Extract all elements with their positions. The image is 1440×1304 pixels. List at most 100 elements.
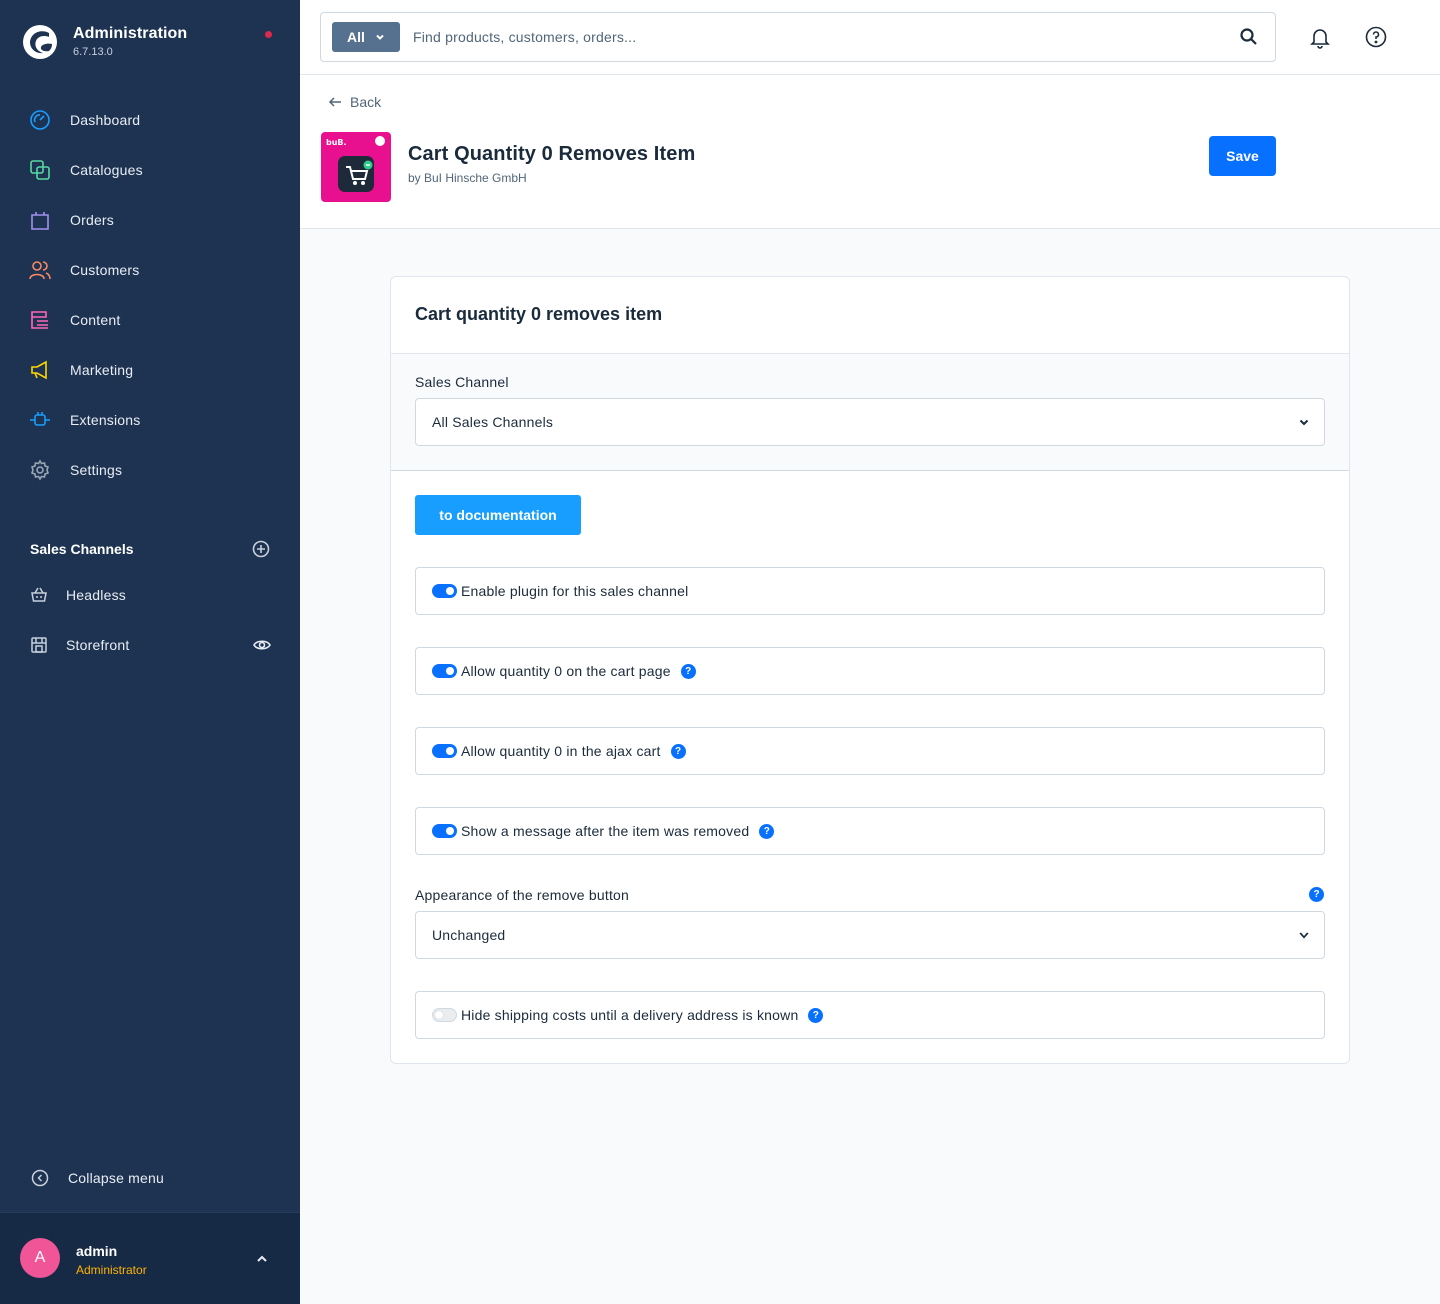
config-card: Cart quantity 0 removes item Sales Chann…: [390, 276, 1350, 1064]
global-search: All: [320, 12, 1276, 62]
back-link[interactable]: Back: [328, 94, 381, 110]
brand-version: 6.7.13.0: [73, 46, 113, 58]
svg-text:buB.: buB.: [326, 138, 347, 147]
sales-channels-title: Sales Channels: [30, 541, 134, 557]
nav-item-dashboard[interactable]: Dashboard: [0, 95, 300, 145]
brand[interactable]: Administration 6.7.13.0: [22, 24, 187, 60]
save-button[interactable]: Save: [1209, 136, 1276, 176]
chevron-down-icon: [1299, 419, 1309, 426]
appearance-select[interactable]: Unchanged: [415, 911, 1325, 959]
hide-shipping-switch[interactable]: [432, 1008, 457, 1022]
top-bar: All: [300, 0, 1440, 75]
storefront-icon: [29, 635, 49, 655]
dashboard-icon: [29, 109, 51, 131]
nav-label: Extensions: [70, 412, 141, 428]
sales-channel-headless[interactable]: Headless: [0, 570, 300, 620]
nav-label: Marketing: [70, 362, 134, 378]
sidebar: Administration 6.7.13.0 Dashboard Catalo…: [0, 0, 300, 1304]
removed-message-switch[interactable]: [432, 824, 457, 838]
sales-channel-label: Headless: [66, 587, 126, 603]
toggle-label: Show a message after the item was remove…: [461, 823, 750, 839]
collapse-menu-button[interactable]: Collapse menu: [30, 1168, 164, 1188]
search-input[interactable]: [413, 25, 1213, 49]
sales-channel-label: Sales Channel: [415, 374, 509, 390]
chevron-left-circle-icon: [30, 1168, 50, 1188]
shopware-logo-icon: [23, 25, 57, 59]
search-type-dropdown[interactable]: All: [332, 22, 400, 52]
eye-icon[interactable]: [253, 636, 271, 654]
documentation-button[interactable]: to documentation: [415, 495, 581, 535]
help-icon[interactable]: ?: [670, 743, 686, 759]
nav-item-extensions[interactable]: Extensions: [0, 395, 300, 445]
main-nav: Dashboard Catalogues Orders Customers Co…: [0, 95, 300, 495]
nav-item-settings[interactable]: Settings: [0, 445, 300, 495]
notification-dot: [265, 31, 272, 38]
sales-channel-section: Sales Channel All Sales Channels: [391, 354, 1349, 471]
help-icon[interactable]: ?: [1309, 887, 1324, 902]
toggle-ajax-cart: Allow quantity 0 in the ajax cart ?: [415, 727, 1325, 775]
nav-item-orders[interactable]: Orders: [0, 195, 300, 245]
chevron-up-icon[interactable]: [254, 1251, 270, 1267]
sales-channel-storefront[interactable]: Storefront: [0, 620, 300, 670]
extension-title: Cart Quantity 0 Removes Item: [408, 143, 696, 165]
back-label: Back: [350, 94, 382, 110]
toggle-cart-page: Allow quantity 0 on the cart page ?: [415, 647, 1325, 695]
toggle-label: Enable plugin for this sales channel: [461, 583, 689, 599]
nav-label: Content: [70, 312, 121, 328]
search-icon[interactable]: [1239, 27, 1259, 47]
plug-icon: [29, 409, 51, 431]
nav-item-marketing[interactable]: Marketing: [0, 345, 300, 395]
appearance-label: Appearance of the remove button: [415, 887, 630, 903]
appearance-value: Unchanged: [432, 927, 506, 943]
toggle-label: Allow quantity 0 in the ajax cart: [461, 743, 661, 759]
cart-page-switch[interactable]: [432, 664, 457, 678]
add-sales-channel-icon[interactable]: [252, 540, 270, 558]
sales-channel-label: Storefront: [66, 637, 130, 653]
search-type-label: All: [347, 29, 365, 45]
help-icon[interactable]: [1364, 25, 1388, 49]
gear-icon: [29, 459, 51, 481]
sales-channel-value: All Sales Channels: [432, 414, 554, 430]
chevron-down-icon: [376, 34, 384, 40]
nav-label: Customers: [70, 262, 140, 278]
nav-label: Orders: [70, 212, 114, 228]
toggle-label: Allow quantity 0 on the cart page: [461, 663, 671, 679]
orders-bag-icon: [29, 209, 51, 231]
help-icon[interactable]: ?: [808, 1007, 824, 1023]
sales-channel-select[interactable]: All Sales Channels: [415, 398, 1325, 446]
extension-header: Back buB. Cart Quantity 0 Removes Item b…: [300, 75, 1440, 229]
nav-item-content[interactable]: Content: [0, 295, 300, 345]
sales-channels-header: Sales Channels: [30, 537, 270, 561]
toggle-label: Hide shipping costs until a delivery add…: [461, 1007, 799, 1023]
chevron-down-icon: [1299, 932, 1309, 939]
nav-label: Catalogues: [70, 162, 143, 178]
content-icon: [29, 309, 51, 331]
nav-label: Dashboard: [70, 112, 141, 128]
toggle-removed-message: Show a message after the item was remove…: [415, 807, 1325, 855]
catalogue-icon: [29, 159, 51, 181]
megaphone-icon: [29, 359, 51, 381]
help-icon[interactable]: ?: [759, 823, 775, 839]
user-panel[interactable]: A admin Administrator: [0, 1212, 300, 1304]
toggle-hide-shipping: Hide shipping costs until a delivery add…: [415, 991, 1325, 1039]
brand-title: Administration: [73, 25, 188, 42]
extension-app-icon: buB.: [321, 132, 391, 202]
notification-bell-icon[interactable]: [1308, 25, 1332, 49]
nav-item-customers[interactable]: Customers: [0, 245, 300, 295]
sales-channel-list: Headless Storefront: [0, 570, 300, 670]
collapse-menu-label: Collapse menu: [68, 1170, 164, 1186]
basket-icon: [29, 585, 49, 605]
ajax-cart-switch[interactable]: [432, 744, 457, 758]
customers-icon: [29, 259, 51, 281]
toggle-enable-plugin: Enable plugin for this sales channel: [415, 567, 1325, 615]
arrow-left-icon: [328, 97, 341, 107]
nav-item-catalogues[interactable]: Catalogues: [0, 145, 300, 195]
extension-vendor: by BuI Hinsche GmbH: [408, 171, 527, 185]
user-name: admin: [76, 1243, 118, 1259]
help-icon[interactable]: ?: [680, 663, 696, 679]
avatar: A: [20, 1238, 60, 1278]
user-role: Administrator: [76, 1263, 147, 1277]
nav-label: Settings: [70, 462, 123, 478]
card-header: Cart quantity 0 removes item: [391, 277, 1349, 354]
enable-plugin-switch[interactable]: [432, 584, 457, 598]
